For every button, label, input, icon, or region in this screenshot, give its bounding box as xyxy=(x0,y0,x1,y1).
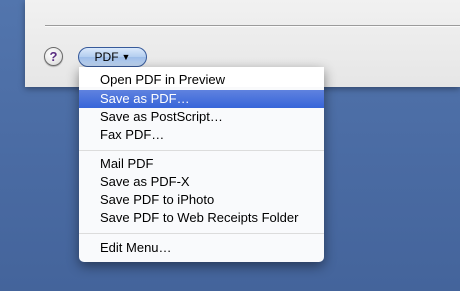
pdf-dropdown-menu: Open PDF in Preview Save as PDF… Save as… xyxy=(79,67,324,262)
menu-separator xyxy=(79,233,324,234)
menu-item-fax-pdf[interactable]: Fax PDF… xyxy=(79,126,324,144)
help-button[interactable]: ? xyxy=(44,47,63,66)
menu-item-save-pdf-to-iphoto[interactable]: Save PDF to iPhoto xyxy=(79,191,324,209)
menu-item-save-as-postscript[interactable]: Save as PostScript… xyxy=(79,108,324,126)
pdf-menu-button[interactable]: PDF ▼ xyxy=(78,47,147,67)
pdf-button-label: PDF xyxy=(94,50,119,64)
menu-item-save-as-pdf[interactable]: Save as PDF… xyxy=(79,90,324,108)
dialog-separator xyxy=(45,25,460,27)
menu-item-save-as-pdf-x[interactable]: Save as PDF-X xyxy=(79,173,324,191)
menu-item-edit-menu[interactable]: Edit Menu… xyxy=(79,239,324,257)
menu-item-save-pdf-to-web-receipts[interactable]: Save PDF to Web Receipts Folder xyxy=(79,209,324,227)
menu-item-mail-pdf[interactable]: Mail PDF xyxy=(79,155,324,173)
dropdown-arrow-icon: ▼ xyxy=(121,51,131,62)
menu-item-open-pdf-in-preview[interactable]: Open PDF in Preview xyxy=(79,71,324,89)
menu-separator xyxy=(79,150,324,151)
help-icon: ? xyxy=(49,49,58,64)
